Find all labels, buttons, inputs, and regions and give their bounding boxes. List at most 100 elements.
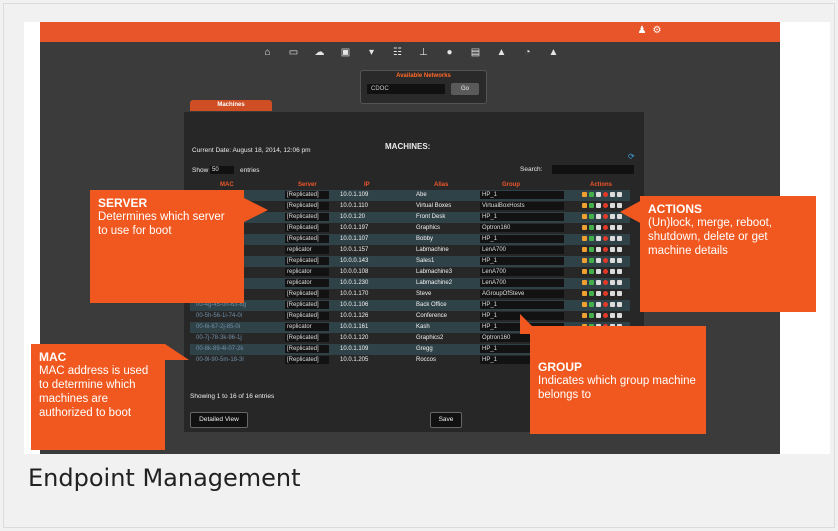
delete-icon[interactable] [610,192,615,197]
reboot-icon[interactable] [596,192,601,197]
group-select[interactable]: HP_1 [480,191,564,199]
lock-icon[interactable] [582,236,587,241]
reboot-icon[interactable] [596,247,601,252]
shutdown-icon[interactable] [603,313,608,318]
shutdown-icon[interactable] [603,203,608,208]
details-icon[interactable] [617,225,622,230]
shutdown-icon[interactable] [603,269,608,274]
server-select[interactable]: [Replicated] [285,312,329,320]
details-icon[interactable] [617,247,622,252]
group-select[interactable]: Optron160 [480,224,564,232]
tab-machines[interactable]: Machines [190,100,272,111]
lock-icon[interactable] [582,214,587,219]
lock-icon[interactable] [582,291,587,296]
col-group[interactable]: Group [502,182,520,188]
col-mac[interactable]: MAC [220,182,234,188]
lock-icon[interactable] [582,269,587,274]
server-select[interactable]: [Replicated] [285,301,329,309]
reboot-icon[interactable] [596,269,601,274]
table-row[interactable]: 00-1a-4d-5e-f6-a0[Replicated]10.0.1.107B… [190,234,630,245]
details-icon[interactable] [617,269,622,274]
go-button[interactable]: Go [451,83,479,95]
server-select[interactable]: replicator [285,323,329,331]
group-select[interactable]: LenA700 [480,268,564,276]
col-alias[interactable]: Alias [434,182,448,188]
merge-icon[interactable] [589,258,594,263]
merge-icon[interactable] [589,192,594,197]
delete-icon[interactable] [610,225,615,230]
server-select[interactable]: [Replicated] [285,235,329,243]
table-row[interactable]: 00-1a-4d-5e-f6-a1replicator10.0.1.157Lab… [190,245,630,256]
lock-icon[interactable] [582,247,587,252]
table-row[interactable]: 00-1a-4d-5e-f6-a2[Replicated]10.0.0.143S… [190,256,630,267]
delete-icon[interactable] [610,269,615,274]
search-input[interactable] [552,165,634,174]
shutdown-icon[interactable] [603,280,608,285]
merge-icon[interactable] [589,236,594,241]
server-select[interactable]: [Replicated] [285,345,329,353]
server-select[interactable]: [Replicated] [285,334,329,342]
group-select[interactable]: VirtualBoxHosts [480,202,564,210]
group-select[interactable]: HP_1 [480,301,564,309]
reboot-icon[interactable] [596,313,601,318]
lock-icon[interactable] [582,258,587,263]
group-select[interactable]: HP_1 [480,235,564,243]
table-row[interactable]: 00-3f-34-9g-52-70[Replicated]10.0.1.170S… [190,289,630,300]
save-button[interactable]: Save [430,412,462,428]
group-select[interactable]: HP_1 [480,213,564,221]
delete-icon[interactable] [610,214,615,219]
network-icon[interactable]: ⊥ [418,47,429,58]
lock-icon[interactable] [582,192,587,197]
table-row[interactable]: 00-1a-4d-5e-f6-9f[Replicated]10.0.1.197G… [190,223,630,234]
filter-icon[interactable]: ▾ [366,47,377,58]
reboot-icon[interactable] [596,291,601,296]
shutdown-icon[interactable] [603,192,608,197]
server-select[interactable]: replicator [285,246,329,254]
merge-icon[interactable] [589,247,594,252]
server-select[interactable]: [Replicated] [285,356,329,364]
details-icon[interactable] [617,291,622,296]
details-icon[interactable] [617,313,622,318]
monitor-icon[interactable]: ▭ [288,47,299,58]
home-icon[interactable]: ⌂ [262,47,273,58]
server-select[interactable]: replicator [285,279,329,287]
server-select[interactable]: [Replicated] [285,202,329,210]
globe-icon[interactable]: ● [444,47,455,58]
server-select[interactable]: [Replicated] [285,191,329,199]
warning-icon[interactable]: ▲ [496,47,507,58]
refresh-icon[interactable]: ⟳ [628,152,635,161]
lock-icon[interactable] [582,203,587,208]
grid-icon[interactable]: ☷ [392,47,403,58]
details-icon[interactable] [617,192,622,197]
shutdown-icon[interactable] [603,302,608,307]
server-select[interactable]: replicator [285,268,329,276]
shutdown-icon[interactable] [603,258,608,263]
details-icon[interactable] [617,280,622,285]
merge-icon[interactable] [589,269,594,274]
group-select[interactable]: HP_1 [480,257,564,265]
col-ip[interactable]: IP [364,182,370,188]
details-icon[interactable] [617,258,622,263]
shutdown-icon[interactable] [603,225,608,230]
reboot-icon[interactable] [596,203,601,208]
lock-icon[interactable] [582,313,587,318]
show-entries-select[interactable]: 50 [210,166,234,174]
delete-icon[interactable] [610,258,615,263]
table-row[interactable]: 00-5h-56-1i-74-0i [Replicated] 10.0.1.126 C… [190,311,630,322]
merge-icon[interactable] [589,291,594,296]
detailed-view-button[interactable]: Detailed View [190,412,248,428]
details-icon[interactable] [617,236,622,241]
lock-icon[interactable] [582,302,587,307]
group-select[interactable]: AGroupOfSteve [480,290,564,298]
shutdown-icon[interactable] [603,236,608,241]
server-select[interactable]: [Replicated] [285,224,329,232]
server-select[interactable]: [Replicated] [285,290,329,298]
details-icon[interactable] [617,302,622,307]
delete-icon[interactable] [610,247,615,252]
lock-icon[interactable]: ▲ [548,47,559,58]
lock-icon[interactable] [582,280,587,285]
delete-icon[interactable] [610,291,615,296]
server-select[interactable]: [Replicated] [285,213,329,221]
delete-icon[interactable] [610,236,615,241]
reboot-icon[interactable] [596,280,601,285]
